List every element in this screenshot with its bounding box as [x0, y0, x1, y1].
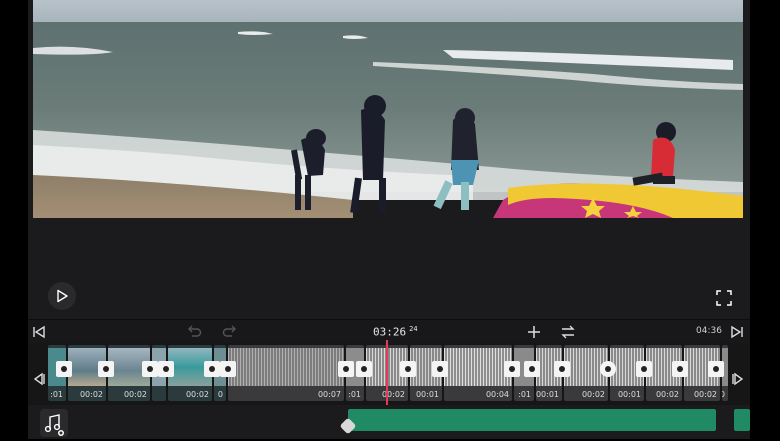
- keyframe-marker[interactable]: [142, 361, 158, 377]
- clip-duration: 00:02: [185, 390, 209, 399]
- keyframe-marker[interactable]: [204, 361, 220, 377]
- add-music-button[interactable]: [40, 409, 68, 437]
- preview-canvas-area: [28, 218, 750, 318]
- audio-clip[interactable]: [734, 409, 750, 431]
- keyframe-marker[interactable]: [338, 361, 354, 377]
- keyframe-marker[interactable]: [356, 361, 372, 377]
- keyframe-marker[interactable]: [158, 361, 174, 377]
- current-timecode: 03:26 24: [373, 325, 418, 339]
- keyframe-marker[interactable]: [708, 361, 724, 377]
- undo-icon[interactable]: [185, 323, 203, 341]
- clip-waveform: [444, 348, 512, 386]
- audio-fade-handle[interactable]: [339, 417, 357, 435]
- keyframe-marker[interactable]: [672, 361, 688, 377]
- next-frame-icon[interactable]: [730, 371, 746, 387]
- skip-to-end-icon[interactable]: [728, 323, 746, 341]
- fullscreen-icon: [716, 290, 732, 306]
- clip-duration: 00:07: [317, 390, 341, 399]
- keyframe-marker[interactable]: [524, 361, 540, 377]
- clip-duration: :01: [50, 390, 63, 399]
- timecode-frames: 24: [409, 325, 418, 333]
- add-icon[interactable]: [525, 323, 543, 341]
- clip-duration: 00:04: [485, 390, 509, 399]
- timecode-value: 03:26: [373, 325, 407, 339]
- timeline-toolbar: 03:26 24 04:36: [28, 319, 750, 344]
- keyframe-marker[interactable]: [504, 361, 520, 377]
- left-letterbox: [0, 0, 28, 439]
- clip-duration: :01: [518, 390, 531, 399]
- clip[interactable]: 00:07: [228, 345, 344, 401]
- clip-track[interactable]: :01 00:02 00:02 00:02 0 00:07:01 00:02 …: [48, 345, 728, 401]
- keyframe-marker[interactable]: [554, 361, 570, 377]
- clip[interactable]: 00:04: [444, 345, 512, 401]
- keyframe-marker[interactable]: [56, 361, 72, 377]
- clip-duration: 00:02: [655, 390, 679, 399]
- clip-duration: 00:01: [415, 390, 439, 399]
- clip-duration: :0: [722, 390, 725, 399]
- clip-duration: 00:02: [581, 390, 605, 399]
- clip-duration: 00:02: [693, 390, 717, 399]
- keyframe-marker[interactable]: [98, 361, 114, 377]
- total-duration: 04:36: [696, 326, 722, 336]
- music-note-icon: [44, 414, 64, 436]
- clip-duration: 00:02: [79, 390, 103, 399]
- clip-waveform: [228, 348, 344, 386]
- video-editor: 03:26 24 04:36 :01 00:02 00:02 00:02 0 0…: [28, 0, 750, 439]
- clip-duration: 00:01: [536, 390, 559, 399]
- keyframe-marker[interactable]: [432, 361, 448, 377]
- clip-duration: 0: [217, 390, 223, 399]
- play-button[interactable]: [48, 282, 76, 310]
- skip-to-start-icon[interactable]: [30, 323, 48, 341]
- clip-duration: :01: [348, 390, 361, 399]
- video-timeline[interactable]: :01 00:02 00:02 00:02 0 00:07:01 00:02 …: [28, 343, 750, 405]
- audio-track[interactable]: [28, 405, 750, 439]
- play-icon: [57, 289, 68, 303]
- keyframe-marker[interactable]: [400, 361, 416, 377]
- video-preview[interactable]: [33, 0, 743, 218]
- clip-duration: 00:01: [617, 390, 641, 399]
- clip-duration: 00:02: [123, 390, 147, 399]
- redo-icon[interactable]: [221, 323, 239, 341]
- previous-frame-icon[interactable]: [31, 371, 47, 387]
- keyframe-marker[interactable]: [220, 361, 236, 377]
- right-letterbox: [750, 0, 780, 439]
- fullscreen-button[interactable]: [714, 288, 734, 308]
- keyframe-marker[interactable]: [636, 361, 652, 377]
- audio-clip[interactable]: [339, 409, 716, 435]
- swap-icon[interactable]: [559, 323, 577, 341]
- keyframe-marker-selected[interactable]: [600, 361, 616, 377]
